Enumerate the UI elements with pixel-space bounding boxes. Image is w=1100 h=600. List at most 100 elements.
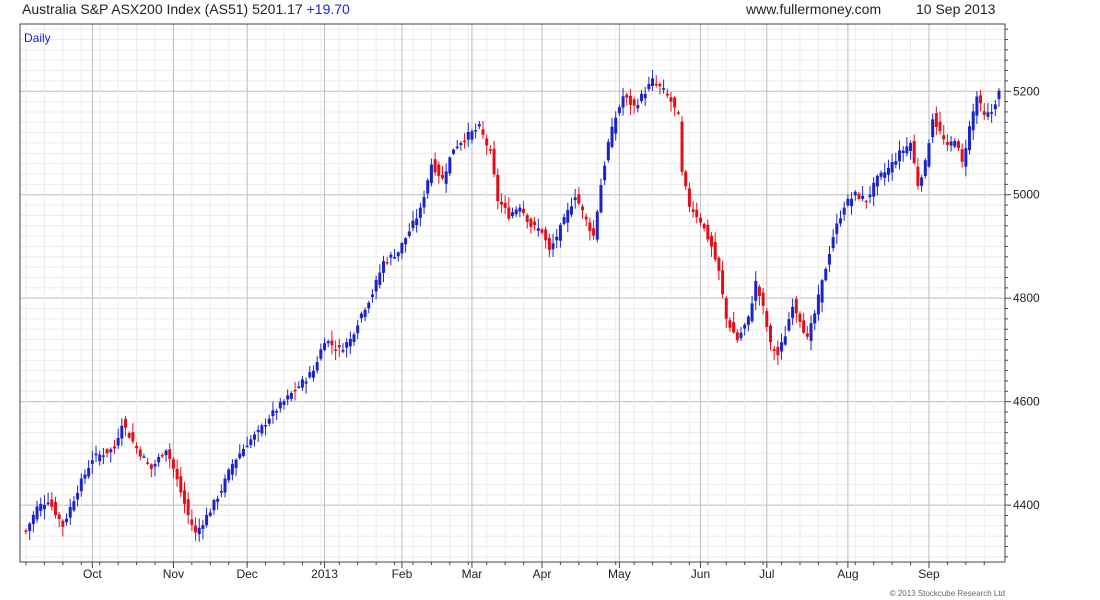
candle-body xyxy=(396,252,400,257)
candle-body xyxy=(842,207,846,215)
candle-body xyxy=(905,146,909,154)
candle-body xyxy=(275,411,279,413)
candle-body xyxy=(227,469,231,481)
candle-body xyxy=(175,468,179,480)
candle-body xyxy=(577,194,581,204)
candle-body xyxy=(289,393,293,399)
candle-body xyxy=(979,95,983,104)
candle-body xyxy=(101,455,105,457)
candle-body xyxy=(164,450,168,456)
candle-body xyxy=(323,343,327,351)
candle-body xyxy=(732,321,736,333)
candle-body xyxy=(783,336,787,345)
x-tick-label: 2013 xyxy=(311,567,338,581)
x-tick-label: Apr xyxy=(533,567,552,581)
candle-body xyxy=(802,320,806,333)
candle-body xyxy=(300,379,304,388)
candle-body xyxy=(927,143,931,167)
candle-body xyxy=(990,112,994,114)
candle-body xyxy=(544,229,548,241)
candle-body xyxy=(912,141,916,163)
plot-frame xyxy=(19,23,1006,563)
candle-body xyxy=(754,280,758,301)
candle-body xyxy=(470,131,474,140)
candle-body xyxy=(595,211,599,240)
candle-body xyxy=(636,105,640,109)
candle-body xyxy=(529,218,533,227)
candle-body xyxy=(975,96,979,116)
candle-body xyxy=(72,501,76,511)
candle-body xyxy=(404,238,408,245)
candle-body xyxy=(953,140,957,147)
candle-body xyxy=(864,200,868,203)
candle-body xyxy=(909,143,913,151)
candle-body xyxy=(382,261,386,273)
candle-body xyxy=(581,206,585,211)
candle-body xyxy=(562,217,566,224)
candle-body xyxy=(654,83,658,86)
candle-body xyxy=(267,418,271,424)
candle-body xyxy=(245,445,249,448)
candle-body xyxy=(135,445,139,449)
candle-body xyxy=(757,286,761,297)
candle-body xyxy=(883,172,887,178)
candle-body xyxy=(429,164,433,184)
candle-body xyxy=(76,492,80,500)
candle-body xyxy=(194,525,198,533)
candle-body xyxy=(35,506,39,520)
candle-body xyxy=(474,130,478,132)
candle-body xyxy=(621,96,625,108)
candle-body xyxy=(890,162,894,173)
candle-body xyxy=(264,424,268,427)
candle-body xyxy=(334,349,338,351)
candle-body xyxy=(286,395,290,400)
candle-body xyxy=(160,454,164,457)
candle-body xyxy=(673,97,677,108)
candle-body xyxy=(179,476,183,493)
copyright-text: © 2013 Stockcube Research Ltd xyxy=(890,589,1005,598)
y-tick-label: 4800 xyxy=(1013,291,1040,305)
candle-body xyxy=(352,334,356,342)
candle-body xyxy=(942,135,946,140)
candle-body xyxy=(695,209,699,218)
candle-body xyxy=(791,306,795,319)
candle-body xyxy=(816,294,820,315)
candle-body xyxy=(839,218,843,224)
candle-body xyxy=(448,157,452,174)
candle-body xyxy=(481,129,485,135)
candle-body xyxy=(820,280,824,303)
candle-body xyxy=(651,78,655,87)
candle-body xyxy=(931,119,935,138)
candle-body xyxy=(610,126,614,147)
x-tick-label: Aug xyxy=(837,567,858,581)
candle-body xyxy=(374,279,378,292)
candle-body xyxy=(87,468,91,477)
candle-body xyxy=(315,362,319,371)
candle-body xyxy=(411,220,415,229)
candle-body xyxy=(916,166,920,187)
candle-body xyxy=(337,344,341,348)
candle-body xyxy=(964,148,968,167)
candle-body xyxy=(739,332,743,339)
candle-body xyxy=(522,208,526,214)
candle-body xyxy=(772,349,776,352)
candle-body xyxy=(993,104,997,110)
candle-body xyxy=(875,175,879,187)
x-tick-label: Mar xyxy=(462,567,483,581)
candle-body xyxy=(142,456,146,458)
y-axis: 4400 4600 4800 5000 5200 xyxy=(1005,28,1040,558)
candle-body xyxy=(507,207,511,219)
candle-body xyxy=(805,333,809,337)
candle-body xyxy=(676,112,680,114)
candle-body xyxy=(260,425,264,434)
candle-body xyxy=(614,117,618,134)
candle-body xyxy=(735,332,739,341)
candle-body xyxy=(857,193,861,199)
candle-body xyxy=(698,217,702,223)
candle-body xyxy=(219,490,223,493)
candle-body xyxy=(827,253,831,265)
x-axis: Oct Nov Dec 2013 Feb Mar Apr May Jun Jul Aug Sep xyxy=(25,562,985,581)
candle-body xyxy=(378,272,382,285)
candle-body xyxy=(603,165,607,181)
candle-body xyxy=(750,303,754,322)
